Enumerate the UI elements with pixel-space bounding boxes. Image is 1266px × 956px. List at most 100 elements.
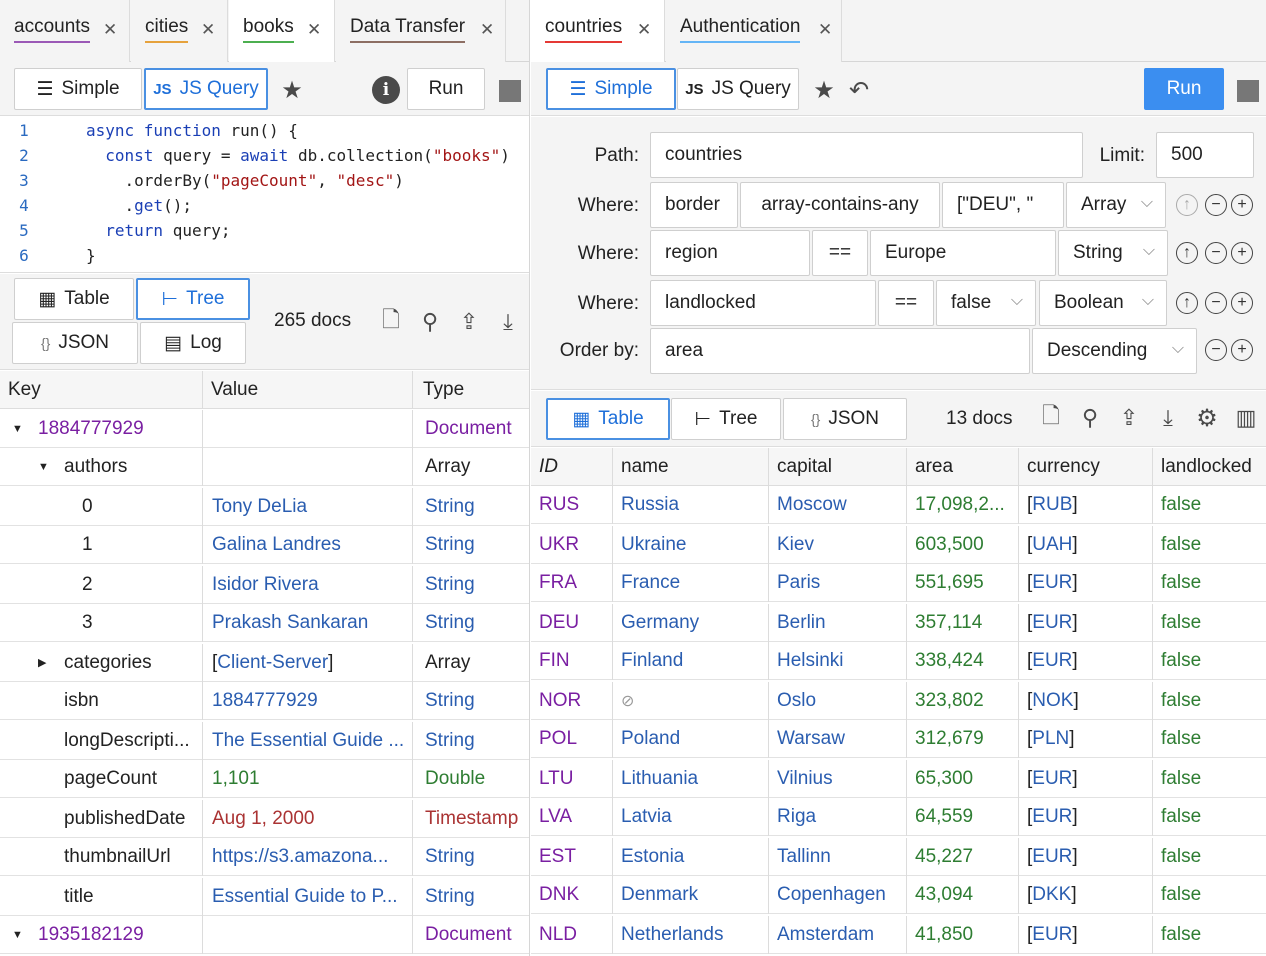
caret-right-icon[interactable]: ▶ bbox=[38, 644, 46, 682]
code-line[interactable]: 6} bbox=[0, 243, 95, 268]
move-up-icon[interactable]: ↑ bbox=[1176, 194, 1198, 216]
cell-capital[interactable]: Vilnius bbox=[769, 760, 907, 798]
cell-area[interactable]: 41,850 bbox=[907, 916, 1019, 954]
tree-row[interactable]: 2 Isidor Rivera String bbox=[0, 566, 529, 604]
cell-capital[interactable]: Paris bbox=[769, 564, 907, 602]
cell-landlocked[interactable]: false bbox=[1153, 720, 1266, 758]
cell-ID[interactable]: UKR bbox=[531, 526, 613, 564]
cell-name[interactable]: ⊘ bbox=[613, 682, 769, 720]
cell-landlocked[interactable]: false bbox=[1153, 604, 1266, 642]
cell-area[interactable]: 338,424 bbox=[907, 642, 1019, 680]
caret-down-icon[interactable]: ▼ bbox=[12, 410, 23, 448]
tree-row[interactable]: title Essential Guide to P... String bbox=[0, 878, 529, 916]
tree-row[interactable]: 1 Galina Landres String bbox=[0, 526, 529, 564]
table-row[interactable]: EST Estonia Tallinn 45,227 [EUR] false bbox=[531, 838, 1266, 876]
cell-name[interactable]: Germany bbox=[613, 604, 769, 642]
value-cell[interactable]: Galina Landres bbox=[203, 526, 413, 564]
cell-capital[interactable]: Riga bbox=[769, 798, 907, 836]
cell-ID[interactable]: NOR bbox=[531, 682, 613, 720]
map-pin-icon[interactable]: ⚲ bbox=[1077, 404, 1103, 432]
cell-landlocked[interactable]: false bbox=[1153, 564, 1266, 602]
table-row[interactable]: RUS Russia Moscow 17,098,2... [RUB] false bbox=[531, 486, 1266, 524]
where-field-input[interactable]: landlocked bbox=[650, 280, 876, 326]
table-row[interactable]: NOR ⊘ Oslo 323,802 [NOK] false bbox=[531, 682, 1266, 720]
table-row[interactable]: DEU Germany Berlin 357,114 [EUR] false bbox=[531, 604, 1266, 642]
cell-capital[interactable]: Amsterdam bbox=[769, 916, 907, 954]
value-cell[interactable] bbox=[203, 410, 413, 448]
tab-books[interactable]: books ✕ bbox=[229, 0, 335, 62]
value-cell[interactable]: Prakash Sankaran bbox=[203, 604, 413, 642]
value-cell[interactable] bbox=[203, 448, 413, 486]
cell-capital[interactable]: Warsaw bbox=[769, 720, 907, 758]
cell-name[interactable]: Lithuania bbox=[613, 760, 769, 798]
undo-icon[interactable]: ↶ bbox=[845, 76, 873, 104]
import-icon[interactable]: ⤓ bbox=[1154, 404, 1182, 432]
code-line[interactable]: 5 return query; bbox=[0, 218, 230, 243]
column-header-key[interactable]: Key bbox=[0, 371, 203, 409]
cell-currency[interactable]: [EUR] bbox=[1019, 916, 1153, 954]
value-cell[interactable]: 1884777929 bbox=[203, 682, 413, 720]
cell-capital[interactable]: Kiev bbox=[769, 526, 907, 564]
cell-area[interactable]: 64,559 bbox=[907, 798, 1019, 836]
cell-ID[interactable]: LVA bbox=[531, 798, 613, 836]
export-icon[interactable]: ⇪ bbox=[1115, 404, 1143, 432]
stop-icon[interactable] bbox=[499, 80, 521, 102]
cell-area[interactable]: 45,227 bbox=[907, 838, 1019, 876]
where-field-input[interactable]: region bbox=[650, 230, 810, 276]
where-type-select[interactable]: Array bbox=[1066, 182, 1166, 228]
add-orderby-icon[interactable]: + bbox=[1231, 339, 1253, 361]
tree-row[interactable]: thumbnailUrl https://s3.amazona... String bbox=[0, 838, 529, 876]
remove-where-icon[interactable]: − bbox=[1205, 242, 1227, 264]
tab-accounts[interactable]: accounts ✕ bbox=[0, 0, 130, 62]
value-cell[interactable]: The Essential Guide ... bbox=[203, 722, 413, 760]
column-header-currency[interactable]: currency bbox=[1019, 448, 1153, 486]
where-value-input[interactable]: ["DEU", " bbox=[942, 182, 1064, 228]
cell-ID[interactable]: DEU bbox=[531, 604, 613, 642]
orderby-direction-select[interactable]: Descending bbox=[1032, 328, 1197, 374]
remove-orderby-icon[interactable]: − bbox=[1205, 339, 1227, 361]
cell-area[interactable]: 551,695 bbox=[907, 564, 1019, 602]
columns-icon[interactable]: ▥ bbox=[1232, 404, 1260, 432]
table-row[interactable]: FIN Finland Helsinki 338,424 [EUR] false bbox=[531, 642, 1266, 680]
cell-currency[interactable]: [NOK] bbox=[1019, 682, 1153, 720]
remove-where-icon[interactable]: − bbox=[1205, 292, 1227, 314]
cell-ID[interactable]: FRA bbox=[531, 564, 613, 602]
orderby-field-input[interactable]: area bbox=[650, 328, 1030, 374]
star-icon[interactable]: ★ bbox=[810, 76, 838, 104]
map-pin-icon[interactable]: ⚲ bbox=[417, 308, 443, 336]
table-row[interactable]: DNK Denmark Copenhagen 43,094 [DKK] false bbox=[531, 876, 1266, 914]
cell-currency[interactable]: [EUR] bbox=[1019, 604, 1153, 642]
add-where-icon[interactable]: + bbox=[1231, 292, 1253, 314]
value-cell[interactable]: https://s3.amazona... bbox=[203, 838, 413, 876]
table-view-button[interactable]: ▦ Table bbox=[14, 278, 134, 320]
cell-ID[interactable]: RUS bbox=[531, 486, 613, 524]
tree-row[interactable]: ▼ authors Array bbox=[0, 448, 529, 486]
export-icon[interactable]: ⇪ bbox=[455, 308, 483, 336]
where-operator-select[interactable]: == bbox=[812, 230, 868, 276]
tree-view-button[interactable]: ⊢ Tree bbox=[136, 278, 250, 320]
cell-ID[interactable]: FIN bbox=[531, 642, 613, 680]
cell-capital[interactable]: Berlin bbox=[769, 604, 907, 642]
gear-icon[interactable]: ⚙ bbox=[1193, 404, 1221, 432]
column-header-capital[interactable]: capital bbox=[769, 448, 907, 486]
cell-currency[interactable]: [RUB] bbox=[1019, 486, 1153, 524]
where-operator-select[interactable]: == bbox=[878, 280, 934, 326]
where-operator-select[interactable]: array-contains-any bbox=[740, 182, 940, 228]
value-cell[interactable]: Essential Guide to P... bbox=[203, 878, 413, 916]
close-icon[interactable]: ✕ bbox=[637, 20, 651, 40]
simple-mode-button[interactable]: ☰ Simple bbox=[14, 68, 142, 110]
cell-currency[interactable]: [EUR] bbox=[1019, 838, 1153, 876]
column-header-type[interactable]: Type bbox=[413, 371, 529, 409]
tree-row[interactable]: 3 Prakash Sankaran String bbox=[0, 604, 529, 642]
simple-mode-button[interactable]: ☰ Simple bbox=[546, 68, 676, 110]
cell-currency[interactable]: [PLN] bbox=[1019, 720, 1153, 758]
js-query-mode-button[interactable]: JS JS Query bbox=[144, 68, 268, 110]
cell-landlocked[interactable]: false bbox=[1153, 760, 1266, 798]
cell-capital[interactable]: Moscow bbox=[769, 486, 907, 524]
cell-name[interactable]: Russia bbox=[613, 486, 769, 524]
close-icon[interactable]: ✕ bbox=[103, 20, 117, 40]
info-icon[interactable]: i bbox=[372, 76, 400, 104]
add-document-icon[interactable]: 🗋 bbox=[378, 307, 404, 336]
close-icon[interactable]: ✕ bbox=[480, 20, 494, 40]
column-header-area[interactable]: area bbox=[907, 448, 1019, 486]
